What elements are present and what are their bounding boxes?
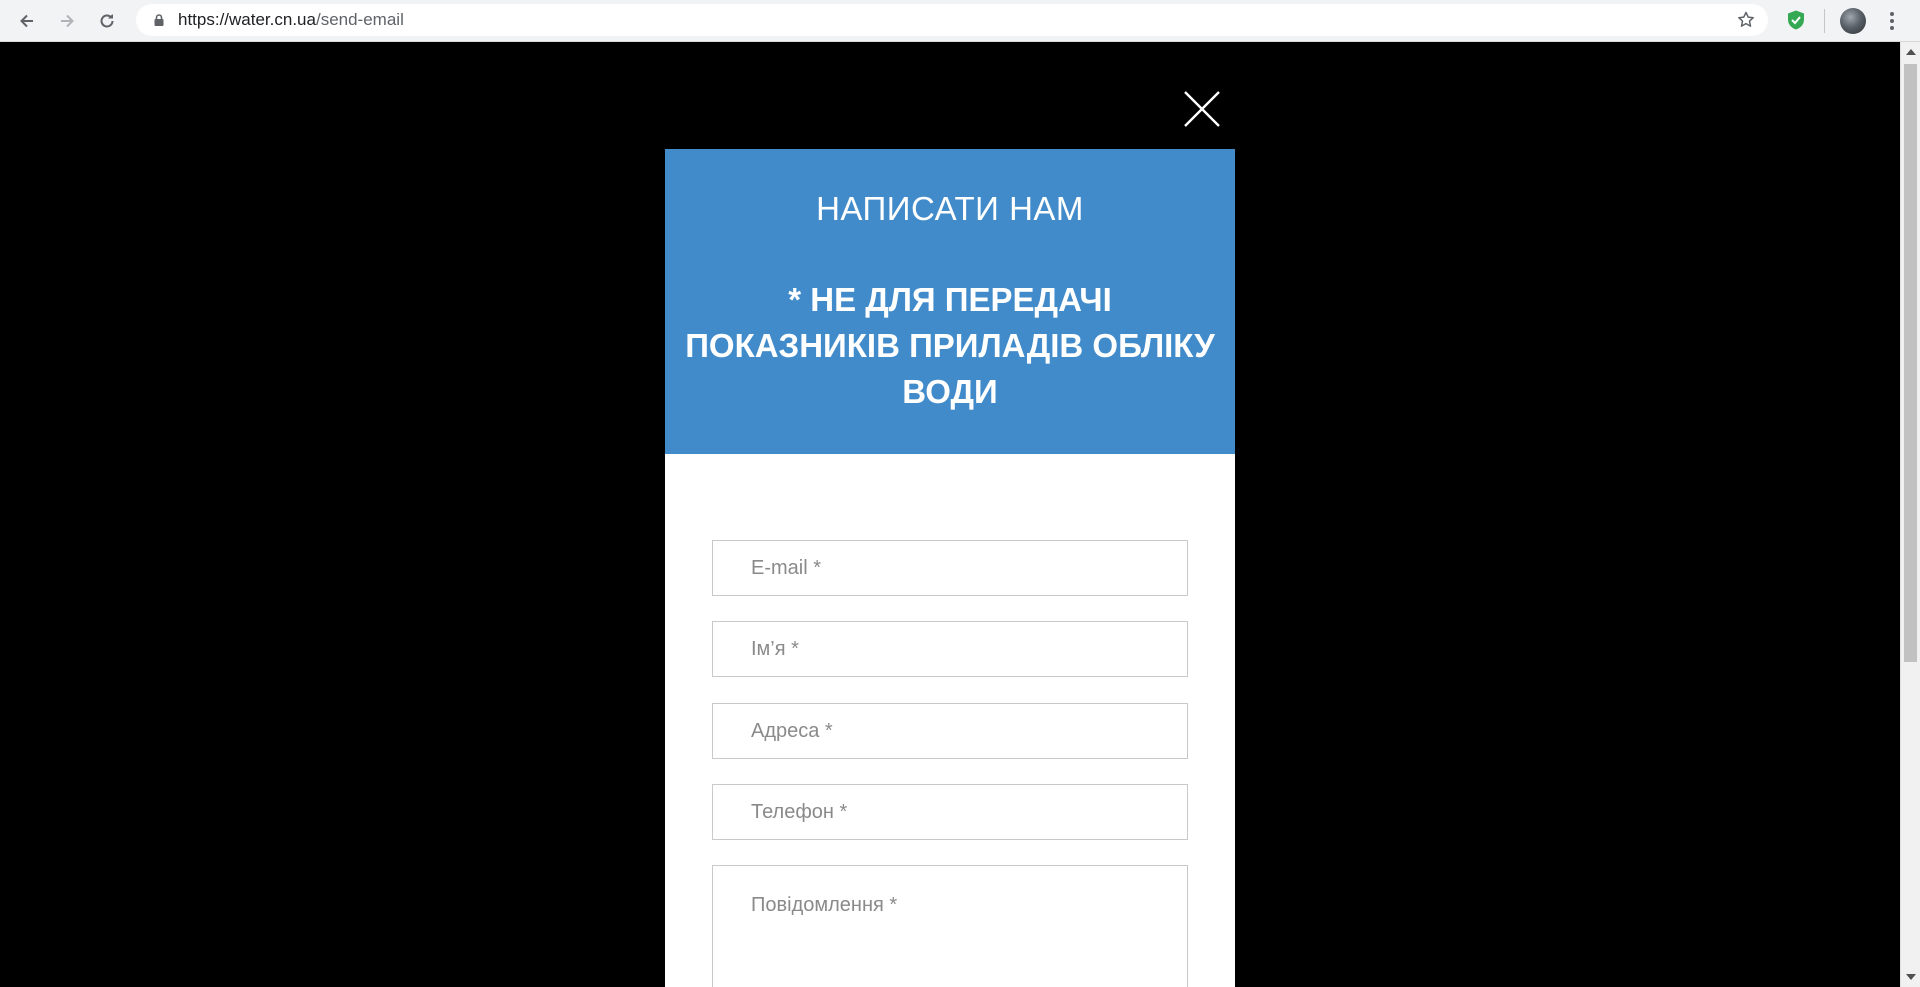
url-path: /send-email bbox=[315, 10, 404, 29]
scroll-down-icon[interactable] bbox=[1906, 974, 1916, 980]
forward-button[interactable] bbox=[52, 6, 82, 36]
name-field[interactable] bbox=[712, 621, 1188, 677]
back-button[interactable] bbox=[12, 6, 42, 36]
url-host: https://water.cn.ua bbox=[178, 10, 316, 29]
address-field[interactable] bbox=[712, 703, 1188, 759]
modal-header: НАПИСАТИ НАМ * НЕ ДЛЯ ПЕРЕДАЧІ ПОКАЗНИКІ… bbox=[665, 149, 1235, 454]
modal-subtitle: * НЕ ДЛЯ ПЕРЕДАЧІ ПОКАЗНИКІВ ПРИЛАДІВ ОБ… bbox=[685, 281, 1215, 410]
toolbar-divider bbox=[1824, 9, 1825, 33]
email-field[interactable] bbox=[712, 540, 1188, 596]
url-text: https://water.cn.ua/send-email bbox=[178, 10, 404, 30]
scroll-up-icon[interactable] bbox=[1906, 49, 1916, 55]
back-icon bbox=[20, 14, 33, 28]
profile-avatar[interactable] bbox=[1840, 8, 1866, 34]
scrollbar-thumb[interactable] bbox=[1904, 64, 1917, 662]
lock-icon[interactable] bbox=[152, 13, 166, 27]
message-field[interactable] bbox=[712, 865, 1188, 987]
page-scrollbar[interactable] bbox=[1900, 42, 1920, 987]
address-bar[interactable]: https://water.cn.ua/send-email bbox=[136, 4, 1768, 36]
contact-modal: НАПИСАТИ НАМ * НЕ ДЛЯ ПЕРЕДАЧІ ПОКАЗНИКІ… bbox=[665, 149, 1235, 987]
phone-field[interactable] bbox=[712, 784, 1188, 840]
close-icon[interactable] bbox=[1183, 90, 1221, 128]
reload-button[interactable] bbox=[92, 6, 122, 36]
browser-toolbar: https://water.cn.ua/send-email bbox=[0, 0, 1920, 42]
modal-title: НАПИСАТИ НАМ bbox=[816, 190, 1084, 227]
star-icon[interactable] bbox=[1736, 10, 1756, 30]
menu-icon[interactable] bbox=[1880, 9, 1904, 33]
shield-extension-icon[interactable] bbox=[1785, 9, 1807, 31]
forward-icon bbox=[61, 14, 74, 28]
reload-icon bbox=[100, 14, 114, 28]
